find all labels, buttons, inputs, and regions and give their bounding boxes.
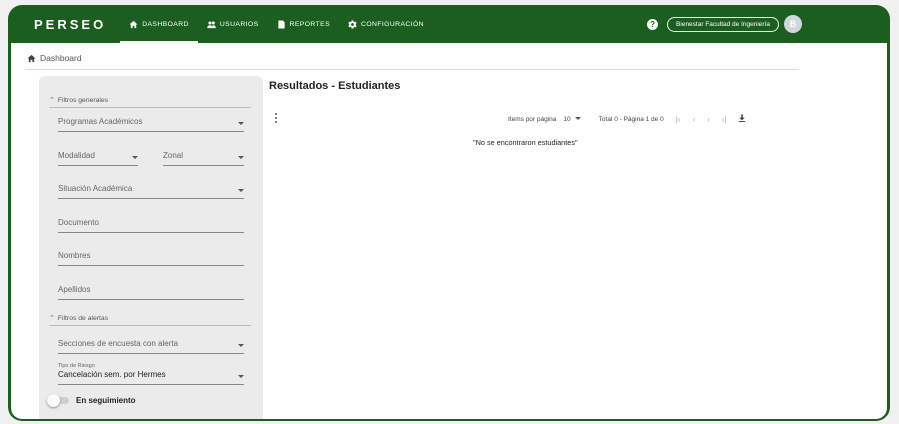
situacion-select[interactable]: Situación Académica: [58, 184, 244, 199]
download-icon[interactable]: [738, 114, 746, 124]
toggle-switch[interactable]: [47, 394, 69, 407]
dropdown-arrow-icon: [238, 189, 244, 192]
results-title: Resultados - Estudiantes: [269, 80, 401, 92]
nav-usuarios-label: USUARIOS: [219, 20, 259, 28]
secciones-select[interactable]: Secciones de encuesta con alerta: [58, 339, 244, 354]
more-vert-icon[interactable]: [275, 113, 278, 123]
zonal-label: Zonal: [163, 151, 184, 160]
situacion-label: Situación Académica: [58, 184, 133, 193]
nombres-label: Nombres: [58, 251, 91, 260]
next-page-icon[interactable]: ›: [707, 115, 710, 124]
dropdown-arrow-icon: [238, 156, 244, 159]
nav-dashboard-label: DASHBOARD: [142, 20, 189, 28]
user-role-chip[interactable]: Bienestar Facultad de Ingeniería: [667, 16, 779, 32]
nav-dashboard[interactable]: DASHBOARD: [120, 5, 198, 43]
items-per-page-label: Items por página: [508, 115, 557, 123]
apellidos-label: Apellidos: [58, 285, 91, 294]
documento-input[interactable]: Documento: [58, 218, 244, 233]
nombres-input[interactable]: Nombres: [58, 251, 244, 266]
first-page-icon[interactable]: |‹: [676, 115, 681, 124]
users-icon: [207, 20, 216, 28]
nav-reportes[interactable]: REPORTES: [268, 5, 339, 43]
prev-page-icon[interactable]: ‹: [692, 115, 695, 124]
items-per-page-select[interactable]: 10: [563, 116, 570, 123]
home-icon: [129, 20, 138, 28]
page-range: Total 0 - Página 1 de 0: [598, 115, 664, 123]
modalidad-label: Modalidad: [58, 151, 95, 160]
chevron-up-icon: ⌃: [49, 97, 55, 104]
general-filters-header[interactable]: ⌃ Filtros generales: [49, 96, 251, 108]
zonal-select[interactable]: Zonal: [163, 151, 244, 166]
seguimiento-toggle[interactable]: En seguimiento: [47, 394, 136, 407]
help-icon[interactable]: ?: [647, 18, 659, 30]
programas-label: Programas Académicos: [58, 117, 143, 126]
breadcrumb-dashboard[interactable]: Dashboard: [40, 53, 82, 63]
nav-usuarios[interactable]: USUARIOS: [198, 5, 268, 43]
gear-icon: [348, 19, 357, 29]
toggle-thumb: [47, 394, 60, 407]
programas-select[interactable]: Programas Académicos: [58, 117, 244, 132]
dropdown-arrow-icon: [132, 156, 138, 159]
tipo-riesgo-label: Tipo de Riesgo: [58, 363, 95, 369]
home-icon: [27, 54, 36, 62]
top-navbar: PERSEO DASHBOARD USUARIOS REPORTES CONFI…: [8, 5, 890, 43]
tipo-riesgo-value: Cancelación sem. por Hermes: [58, 370, 166, 379]
nav-configuracion[interactable]: CONFIGURACIÓN: [339, 5, 433, 43]
general-filters-title: Filtros generales: [57, 96, 109, 104]
main-nav: DASHBOARD USUARIOS REPORTES CONFIGURACIÓ…: [120, 5, 433, 43]
nav-configuracion-label: CONFIGURACIÓN: [361, 20, 424, 28]
documento-label: Documento: [58, 218, 99, 227]
dropdown-arrow-icon[interactable]: [574, 117, 581, 120]
nav-reportes-label: REPORTES: [289, 20, 331, 28]
tipo-riesgo-select[interactable]: Cancelación sem. por Hermes: [58, 370, 244, 385]
apellidos-input[interactable]: Apellidos: [58, 285, 244, 300]
alert-filters-header[interactable]: ⌃ Filtros de alertas: [49, 314, 251, 326]
dropdown-arrow-icon: [238, 344, 244, 347]
breadcrumb: Dashboard: [27, 53, 82, 63]
dropdown-arrow-icon: [238, 122, 244, 125]
dropdown-arrow-icon: [238, 375, 244, 378]
avatar[interactable]: B: [784, 15, 802, 33]
brand-logo: PERSEO: [34, 16, 107, 32]
chevron-up-icon: ⌃: [49, 315, 55, 322]
report-icon: [277, 19, 285, 29]
modalidad-select[interactable]: Modalidad: [58, 151, 138, 166]
alert-filters-title: Filtros de alertas: [57, 314, 109, 322]
empty-state-message: "No se encontraron estudiantes": [473, 138, 578, 147]
breadcrumb-divider: [25, 69, 799, 70]
filters-panel: ⌃ Filtros generales Programas Académicos…: [39, 76, 263, 419]
main-content: Dashboard ⌃ Filtros generales Programas …: [11, 43, 887, 419]
seguimiento-label: En seguimiento: [76, 396, 136, 405]
secciones-label: Secciones de encuesta con alerta: [58, 339, 179, 348]
paginator: Items por página 10 Total 0 - Página 1 d…: [508, 114, 746, 124]
app-frame: PERSEO DASHBOARD USUARIOS REPORTES CONFI…: [8, 5, 890, 421]
topbar-right: ? Bienestar Facultad de Ingeniería B: [647, 15, 802, 33]
last-page-icon[interactable]: ›|: [722, 115, 727, 124]
